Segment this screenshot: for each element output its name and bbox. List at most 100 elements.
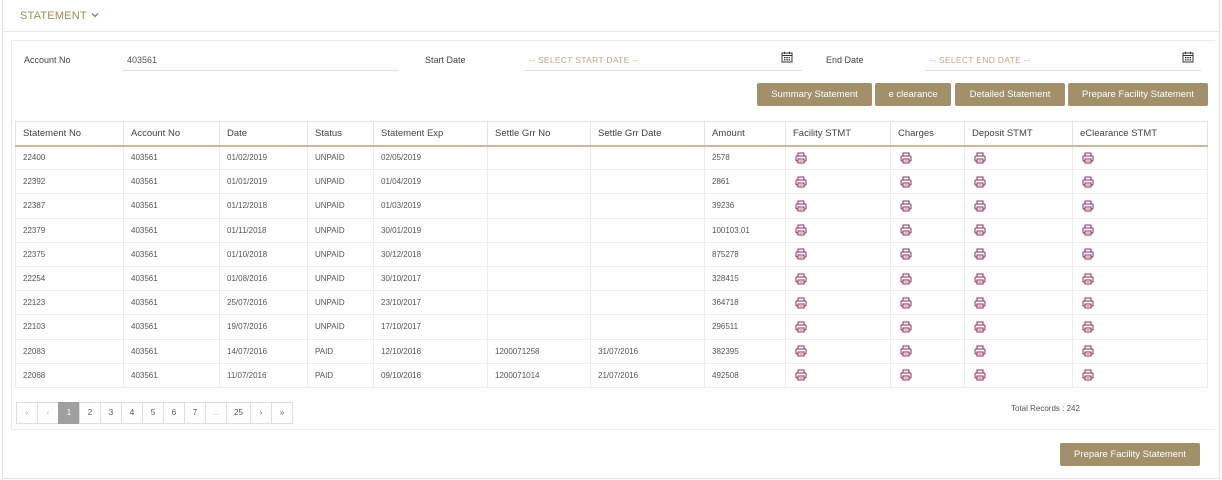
table-cell: 30/12/2018 xyxy=(373,241,488,267)
summary-statement-button[interactable]: Summary Statement xyxy=(757,83,872,106)
column-header[interactable]: Settle Grr No xyxy=(487,121,591,147)
e-clearance-button[interactable]: e clearance xyxy=(875,83,951,106)
table-cell: 14/07/2016 xyxy=(219,338,308,364)
table-row: 22392 403561 01/01/2019 UNPAID 01/04/2019 286… xyxy=(15,169,1208,195)
page-1-button[interactable]: 1 xyxy=(58,402,80,424)
facility-stmt-print-icon[interactable] xyxy=(793,321,807,333)
table-cell: 1200071014 xyxy=(487,362,591,388)
facility-stmt-print-icon[interactable] xyxy=(793,176,807,188)
column-header[interactable]: eClearance STMT xyxy=(1072,121,1208,147)
detailed-statement-button[interactable]: Detailed Statement xyxy=(955,83,1065,106)
print-cell xyxy=(1072,265,1208,292)
table-cell: 22123 xyxy=(15,290,124,316)
section-header[interactable]: STATEMENT xyxy=(3,0,1219,32)
eclearance-stmt-print-icon[interactable] xyxy=(1080,273,1094,285)
facility-stmt-print-icon[interactable] xyxy=(793,369,807,381)
column-header[interactable]: Status xyxy=(307,121,374,147)
footer-prepare-facility-statement-button[interactable]: Prepare Facility Statement xyxy=(1060,443,1200,466)
print-cell xyxy=(964,265,1073,292)
deposit-stmt-print-icon[interactable] xyxy=(972,273,986,285)
deposit-stmt-print-icon[interactable] xyxy=(972,345,986,357)
facility-stmt-print-icon[interactable] xyxy=(793,345,807,357)
charges-print-icon[interactable] xyxy=(898,176,912,188)
column-header[interactable]: Charges xyxy=(890,121,965,147)
column-header[interactable]: Statement No xyxy=(15,121,124,147)
print-cell xyxy=(890,338,965,364)
print-cell xyxy=(890,265,965,292)
print-cell xyxy=(1072,241,1208,267)
table-cell: 11/07/2016 xyxy=(219,362,308,388)
start-date-field[interactable]: -- SELECT START DATE -- xyxy=(529,55,639,65)
column-header[interactable]: Statement Exp xyxy=(373,121,488,147)
deposit-stmt-print-icon[interactable] xyxy=(972,297,986,309)
eclearance-stmt-print-icon[interactable] xyxy=(1080,200,1094,212)
facility-stmt-print-icon[interactable] xyxy=(793,297,807,309)
page-5-button[interactable]: 5 xyxy=(142,402,164,424)
deposit-stmt-print-icon[interactable] xyxy=(972,248,986,260)
charges-print-icon[interactable] xyxy=(898,200,912,212)
page-3-button[interactable]: 3 xyxy=(100,402,122,424)
eclearance-stmt-print-icon[interactable] xyxy=(1080,248,1094,260)
page-25-button[interactable]: 25 xyxy=(226,402,251,424)
deposit-stmt-print-icon[interactable] xyxy=(972,224,986,236)
table-cell: 02/05/2019 xyxy=(373,144,488,171)
charges-print-icon[interactable] xyxy=(898,224,912,236)
print-cell xyxy=(785,241,891,267)
facility-stmt-print-icon[interactable] xyxy=(793,273,807,285)
print-cell xyxy=(964,290,1073,316)
column-header[interactable]: Settle Grr Date xyxy=(590,121,705,147)
column-header[interactable]: Account No xyxy=(123,121,220,147)
charges-print-icon[interactable] xyxy=(898,273,912,285)
column-header[interactable]: Amount xyxy=(704,121,786,147)
charges-print-icon[interactable] xyxy=(898,152,912,164)
calendar-icon[interactable] xyxy=(1182,51,1194,63)
facility-stmt-print-icon[interactable] xyxy=(793,248,807,260)
facility-stmt-print-icon[interactable] xyxy=(793,152,807,164)
table-row: 22375 403561 01/10/2018 UNPAID 30/12/2018 875… xyxy=(15,241,1208,267)
charges-print-icon[interactable] xyxy=(898,321,912,333)
deposit-stmt-print-icon[interactable] xyxy=(972,176,986,188)
charges-print-icon[interactable] xyxy=(898,248,912,260)
column-header[interactable]: Date xyxy=(219,121,308,147)
end-date-field[interactable]: -- SELECT END DATE -- xyxy=(930,55,1030,65)
last-page-button[interactable]: » xyxy=(271,402,293,424)
charges-print-icon[interactable] xyxy=(898,369,912,381)
eclearance-stmt-print-icon[interactable] xyxy=(1080,345,1094,357)
column-header[interactable]: Deposit STMT xyxy=(964,121,1073,147)
print-cell xyxy=(964,241,1073,267)
chevron-down-icon[interactable] xyxy=(90,10,100,20)
charges-print-icon[interactable] xyxy=(898,345,912,357)
eclearance-stmt-print-icon[interactable] xyxy=(1080,176,1094,188)
prev-page-button[interactable]: ‹ xyxy=(37,402,59,424)
page-7-button[interactable]: 7 xyxy=(184,402,206,424)
table-cell xyxy=(487,265,591,292)
facility-stmt-print-icon[interactable] xyxy=(793,200,807,212)
page-4-button[interactable]: 4 xyxy=(121,402,143,424)
page-6-button[interactable]: 6 xyxy=(163,402,185,424)
ellipsis-page: ... xyxy=(205,402,227,424)
table-cell: 403561 xyxy=(123,314,220,340)
next-page-button[interactable]: › xyxy=(250,402,272,424)
deposit-stmt-print-icon[interactable] xyxy=(972,321,986,333)
page-2-button[interactable]: 2 xyxy=(79,402,101,424)
calendar-icon[interactable] xyxy=(781,51,793,63)
first-page-button[interactable]: « xyxy=(16,402,38,424)
charges-print-icon[interactable] xyxy=(898,297,912,309)
pagination: « ‹ 1 2 3 4 5 6 7 ... 25 › » xyxy=(16,402,293,424)
deposit-stmt-print-icon[interactable] xyxy=(972,152,986,164)
eclearance-stmt-print-icon[interactable] xyxy=(1080,224,1094,236)
account-no-field[interactable]: 403561 xyxy=(127,55,157,65)
eclearance-stmt-print-icon[interactable] xyxy=(1080,297,1094,309)
table-cell: 100103.01 xyxy=(704,217,786,243)
prepare-facility-statement-button[interactable]: Prepare Facility Statement xyxy=(1068,83,1208,106)
facility-stmt-print-icon[interactable] xyxy=(793,224,807,236)
deposit-stmt-print-icon[interactable] xyxy=(972,369,986,381)
table-cell xyxy=(590,169,705,195)
deposit-stmt-print-icon[interactable] xyxy=(972,200,986,212)
eclearance-stmt-print-icon[interactable] xyxy=(1080,152,1094,164)
eclearance-stmt-print-icon[interactable] xyxy=(1080,369,1094,381)
total-records: Total Records : 242 xyxy=(1011,404,1080,413)
column-header[interactable]: Facility STMT xyxy=(785,121,891,147)
eclearance-stmt-print-icon[interactable] xyxy=(1080,321,1094,333)
table-cell: 328415 xyxy=(704,265,786,292)
